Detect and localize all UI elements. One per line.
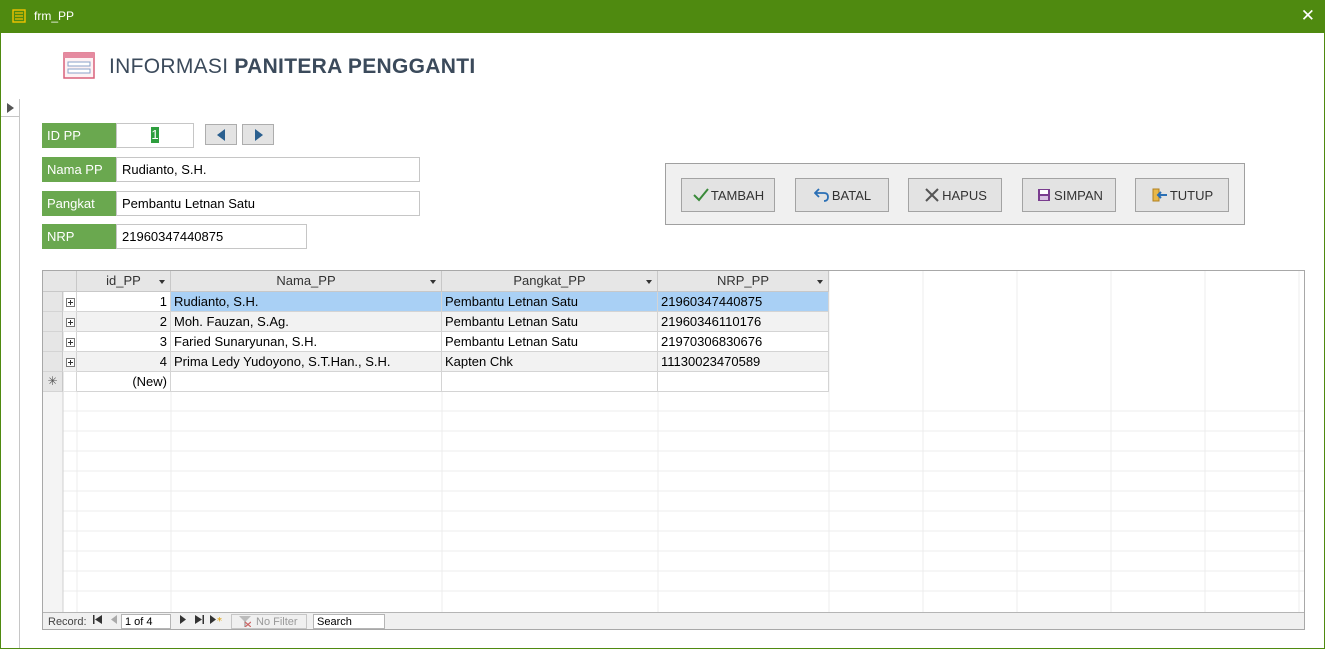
- dropdown-arrow-icon[interactable]: [159, 280, 165, 284]
- title-bar: frm_PP ✕: [0, 0, 1325, 33]
- record-navigation-bar: Record: 1 of 4 * No Filter Search: [43, 612, 1304, 629]
- access-form-icon: [12, 9, 26, 23]
- column-header-id[interactable]: id_PP: [77, 271, 171, 292]
- table-cell-id[interactable]: 4: [77, 352, 171, 372]
- column-header-pangkat-label: Pangkat_PP: [513, 273, 586, 288]
- expand-plus-icon[interactable]: [66, 358, 75, 367]
- column-header-nama[interactable]: Nama_PP: [171, 271, 442, 292]
- hapus-label: HAPUS: [942, 187, 987, 203]
- table-cell-nrp[interactable]: 21960347440875: [658, 292, 829, 312]
- column-header-pangkat[interactable]: Pangkat_PP: [442, 271, 658, 292]
- expand-plus-icon[interactable]: [66, 298, 75, 307]
- page-title-light: INFORMASI: [109, 55, 229, 78]
- tambah-button[interactable]: TAMBAH: [681, 178, 775, 212]
- new-row-cell-nama[interactable]: [171, 372, 442, 392]
- form-record-selector[interactable]: [1, 99, 20, 648]
- simpan-label: SIMPAN: [1054, 187, 1103, 203]
- arrow-left-icon: [217, 129, 225, 141]
- record-label: Record:: [48, 616, 87, 628]
- tutup-label: TUTUP: [1169, 187, 1214, 203]
- row-expander[interactable]: [63, 352, 77, 372]
- previous-record-icon[interactable]: [111, 615, 117, 628]
- new-row-cell-pangkat[interactable]: [442, 372, 658, 392]
- table-cell-id[interactable]: 1: [77, 292, 171, 312]
- batal-button[interactable]: BATAL: [795, 178, 889, 212]
- column-header-nrp-label: NRP_PP: [716, 273, 770, 288]
- save-floppy-icon: [1035, 187, 1053, 203]
- record-selector-current[interactable]: [1, 99, 20, 117]
- select-all-corner[interactable]: [43, 271, 77, 292]
- expand-plus-icon[interactable]: [66, 338, 75, 347]
- close-icon[interactable]: ✕: [1301, 6, 1315, 26]
- table-cell-pangkat[interactable]: Kapten Chk: [442, 352, 658, 372]
- nama-pp-label: Nama PP: [42, 157, 116, 182]
- expand-plus-icon[interactable]: [66, 318, 75, 327]
- dropdown-arrow-icon[interactable]: [817, 280, 823, 284]
- dropdown-arrow-icon[interactable]: [430, 280, 436, 284]
- column-header-id-label: id_PP: [106, 273, 141, 288]
- dropdown-arrow-icon[interactable]: [646, 280, 652, 284]
- column-header-nrp[interactable]: NRP_PP: [658, 271, 829, 292]
- row-expander[interactable]: [63, 312, 77, 332]
- pangkat-field[interactable]: Pembantu Letnan Satu: [116, 191, 420, 216]
- table-cell-nama[interactable]: Rudianto, S.H.: [171, 292, 442, 312]
- row-expander[interactable]: [63, 332, 77, 352]
- nrp-label: NRP: [42, 224, 116, 249]
- row-selector[interactable]: [43, 352, 63, 372]
- record-position-field[interactable]: 1 of 4: [121, 614, 171, 629]
- new-row-expander: [63, 372, 77, 392]
- new-record-icon[interactable]: *: [210, 615, 224, 628]
- table-cell-nrp[interactable]: 21970306830676: [658, 332, 829, 352]
- table-cell-id[interactable]: 3: [77, 332, 171, 352]
- table-cell-id[interactable]: 2: [77, 312, 171, 332]
- table-cell-nrp[interactable]: 21960346110176: [658, 312, 829, 332]
- hapus-button[interactable]: HAPUS: [908, 178, 1002, 212]
- datasheet-grid[interactable]: id_PP Nama_PP Pangkat_PP NRP_PP 1 Rudian…: [42, 270, 1305, 630]
- table-cell-pangkat[interactable]: Pembantu Letnan Satu: [442, 332, 658, 352]
- window-title: frm_PP: [34, 9, 75, 23]
- new-row-cell[interactable]: (New): [77, 372, 171, 392]
- next-record-icon[interactable]: [180, 615, 186, 628]
- table-cell-nama[interactable]: Moh. Fauzan, S.Ag.: [171, 312, 442, 332]
- next-record-button[interactable]: [242, 124, 274, 145]
- tutup-button[interactable]: TUTUP: [1135, 178, 1229, 212]
- page-title: INFORMASI PANITERA PENGGANTI: [109, 55, 475, 79]
- delete-x-icon: [923, 187, 941, 203]
- no-filter-icon: [239, 616, 251, 627]
- undo-icon: [813, 187, 831, 203]
- action-button-panel: TAMBAH BATAL HAPUS SIMPAN TUTUP: [665, 163, 1245, 225]
- batal-label: BATAL: [831, 187, 872, 203]
- exit-door-icon: [1151, 187, 1169, 203]
- id-pp-label: ID PP: [42, 123, 116, 148]
- table-cell-pangkat[interactable]: Pembantu Letnan Satu: [442, 312, 658, 332]
- previous-record-button[interactable]: [205, 124, 237, 145]
- id-pp-value[interactable]: 1: [151, 127, 159, 143]
- table-cell-nama[interactable]: Prima Ledy Yudoyono, S.T.Han., S.H.: [171, 352, 442, 372]
- nama-pp-field[interactable]: Rudianto, S.H.: [116, 157, 420, 182]
- row-selector[interactable]: [43, 332, 63, 352]
- nrp-field[interactable]: 21960347440875: [116, 224, 307, 249]
- checkmark-icon: [692, 187, 710, 203]
- row-selector[interactable]: [43, 292, 63, 312]
- svg-text:*: *: [217, 616, 222, 624]
- row-selector[interactable]: [43, 312, 63, 332]
- page-title-bold: PANITERA PENGGANTI: [234, 55, 476, 78]
- new-row-cell-nrp[interactable]: [658, 372, 829, 392]
- last-record-icon[interactable]: [195, 615, 204, 628]
- search-input[interactable]: Search: [313, 614, 385, 629]
- new-record-marker-icon[interactable]: ✳: [43, 372, 63, 392]
- column-header-nama-label: Nama_PP: [276, 273, 336, 288]
- form-icon: [63, 52, 95, 79]
- pangkat-label: Pangkat: [42, 191, 116, 216]
- tambah-label: TAMBAH: [710, 187, 765, 203]
- simpan-button[interactable]: SIMPAN: [1022, 178, 1116, 212]
- arrow-right-icon: [255, 129, 263, 141]
- table-cell-pangkat[interactable]: Pembantu Letnan Satu: [442, 292, 658, 312]
- row-expander[interactable]: [63, 292, 77, 312]
- first-record-icon[interactable]: [93, 615, 102, 628]
- table-cell-nama[interactable]: Faried Sunaryunan, S.H.: [171, 332, 442, 352]
- current-record-arrow-icon: [7, 103, 14, 113]
- table-cell-nrp[interactable]: 11130023470589: [658, 352, 829, 372]
